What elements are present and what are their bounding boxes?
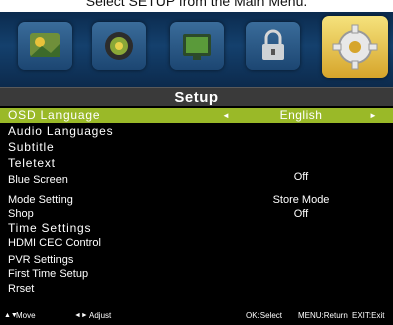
menu-item-subtitle[interactable]: Subtitle: [0, 140, 393, 155]
main-menu-banner: [0, 12, 393, 87]
menu-item-value: Off: [293, 208, 309, 220]
menu-item-first-time-setup[interactable]: First Time Setup: [0, 267, 393, 282]
menu-item-time-settings[interactable]: Time Settings: [0, 221, 393, 236]
menu-item-shop[interactable]: Shop Off: [0, 207, 393, 222]
menu-item-label: Time Settings: [8, 221, 92, 235]
menu-item-label: Teletext: [8, 156, 56, 170]
menu-item-label: PVR Settings: [8, 254, 74, 266]
menu-item-label: Shop: [8, 208, 34, 220]
setup-gear-icon[interactable]: [322, 16, 388, 78]
menu-item-label: HDMI CEC Control: [8, 237, 101, 249]
sound-icon[interactable]: [92, 22, 146, 70]
menu-item-blue-screen[interactable]: Blue Screen Off: [0, 171, 393, 188]
menu-item-mode-setting[interactable]: Mode Setting Store Mode: [0, 193, 393, 208]
footer-hints: ▲▼ Move ◄► Adjust OK:Select MENU:Return …: [0, 306, 393, 325]
return-hint: MENU:Return: [298, 311, 348, 320]
menu-item-value: Store Mode: [272, 194, 330, 206]
setup-header: Setup: [0, 87, 393, 107]
adjust-arrows-icon: ◄►: [74, 312, 88, 319]
lock-icon[interactable]: [246, 22, 300, 70]
menu-item-label: Subtitle: [8, 140, 55, 154]
menu-item-label: Blue Screen: [8, 174, 68, 186]
menu-item-value: Off: [293, 171, 309, 183]
menu-item-value: English: [279, 108, 323, 122]
setup-menu-list: OSD Language ◄ English ► Audio Languages…: [0, 106, 393, 295]
right-arrow-icon[interactable]: ►: [369, 108, 377, 123]
menu-item-audio-languages[interactable]: Audio Languages: [0, 124, 393, 139]
caption-text: Select SETUP from the Main Menu.: [85, 0, 308, 9]
menu-item-label: OSD Language: [8, 108, 101, 122]
menu-item-pvr-settings[interactable]: PVR Settings: [0, 253, 393, 268]
menu-item-label: Audio Languages: [8, 124, 114, 138]
menu-item-teletext[interactable]: Teletext: [0, 156, 393, 171]
picture-icon[interactable]: [18, 22, 72, 70]
menu-item-osd-language[interactable]: OSD Language ◄ English ►: [0, 108, 393, 123]
menu-item-reset[interactable]: Rrset: [0, 282, 393, 297]
menu-item-label: First Time Setup: [8, 268, 89, 280]
menu-item-hdmi-cec-control[interactable]: HDMI CEC Control: [0, 236, 393, 251]
adjust-hint: Adjust: [89, 311, 112, 320]
channel-icon[interactable]: [170, 22, 224, 70]
move-hint: Move: [16, 311, 36, 320]
select-hint: OK:Select: [246, 311, 283, 320]
left-arrow-icon[interactable]: ◄: [222, 108, 230, 123]
page-title: Setup: [174, 89, 219, 106]
caption-strip: Select SETUP from the Main Menu.: [0, 0, 393, 12]
menu-item-label: Mode Setting: [8, 194, 73, 206]
menu-item-label: Rrset: [8, 283, 35, 295]
exit-hint: EXIT:Exit: [352, 311, 385, 320]
